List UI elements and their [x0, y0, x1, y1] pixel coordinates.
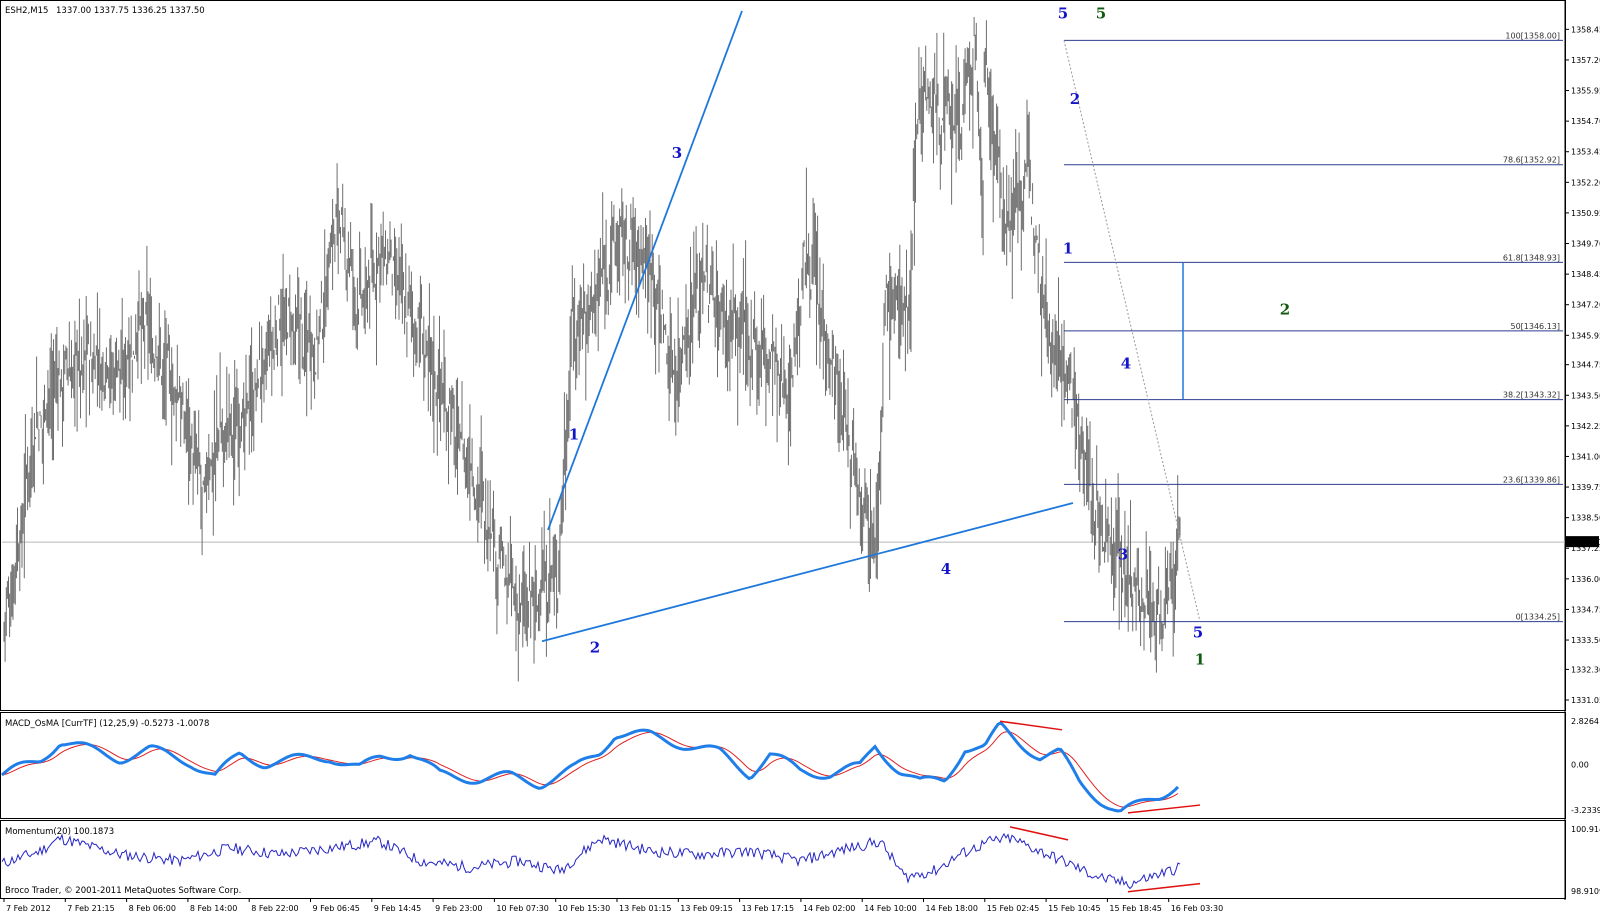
wave-label: 5: [1096, 4, 1106, 22]
time-tick-label: 14 Feb 02:00: [803, 904, 855, 913]
price-tick-label: 1333.50: [1571, 636, 1600, 645]
fib-level-label: 100[1358.00]: [1505, 31, 1560, 40]
time-tick-label: 14 Feb 18:00: [926, 904, 978, 913]
price-tick-label: 1343.50: [1571, 391, 1600, 400]
wave-label: 1: [1195, 651, 1205, 669]
macd-panel-frame: [0, 712, 1566, 819]
time-tick-label: 10 Feb 07:30: [496, 904, 548, 913]
price-tick-label: 1342.25: [1571, 422, 1600, 431]
symbol-header: ESH2,M15: [5, 6, 48, 16]
price-tick-label: 1353.45: [1571, 148, 1600, 157]
time-tick-label: 15 Feb 02:45: [987, 904, 1039, 913]
price-tick-label: 1357.20: [1571, 56, 1600, 65]
time-tick-label: 9 Feb 23:00: [435, 904, 482, 913]
time-tick-label: 13 Feb 09:15: [680, 904, 732, 913]
time-tick-label: 7 Feb 2012: [6, 904, 51, 913]
momentum-header: Momentum(20) 100.1873: [5, 827, 114, 837]
time-tick-label: 16 Feb 03:30: [1171, 904, 1223, 913]
price-tick-label: 1352.20: [1571, 178, 1600, 187]
fib-level-label: 0[1334.25]: [1516, 613, 1560, 622]
price-tick-label: 1338.50: [1571, 514, 1600, 523]
time-tick-label: 8 Feb 22:00: [251, 904, 298, 913]
time-tick-label: 9 Feb 14:45: [374, 904, 421, 913]
price-panel-frame: [0, 0, 1566, 711]
current-price-label: 1337.50: [1569, 538, 1600, 547]
price-tick-label: 1331.05: [1571, 696, 1600, 705]
price-tick-label: 1334.75: [1571, 605, 1600, 614]
wave-label: 1: [569, 425, 579, 443]
fib-level-label: 50[1346.13]: [1510, 322, 1560, 331]
time-tick-label: 8 Feb 06:00: [129, 904, 176, 913]
macd-tick-label: 2.8264: [1571, 717, 1599, 726]
fib-level-label: 78.6[1352.92]: [1503, 156, 1560, 165]
wave-label: 3: [1118, 545, 1128, 563]
wave-label: 3: [672, 144, 682, 162]
fib-level-label: 23.6[1339.86]: [1503, 475, 1560, 484]
wave-label: 2: [1280, 300, 1290, 318]
ohlc-header: 1337.00 1337.75 1336.25 1337.50: [56, 6, 205, 16]
chart-root: 100[1358.00]78.6[1352.92]61.8[1348.93]50…: [0, 0, 1600, 913]
time-tick-label: 8 Feb 14:00: [190, 904, 237, 913]
price-tick-label: 1358.45: [1571, 25, 1600, 34]
price-tick-label: 1350.95: [1571, 209, 1600, 218]
price-tick-label: 1341.00: [1571, 452, 1600, 461]
momentum-tick-label: 98.9109: [1571, 887, 1600, 896]
price-tick-label: 1332.30: [1571, 665, 1600, 674]
macd-header: MACD_OsMA [CurrTF] (12,25,9) -0.5273 -1.…: [5, 719, 209, 729]
price-tick-label: 1336.00: [1571, 575, 1600, 584]
price-tick-label: 1344.75: [1571, 361, 1600, 370]
price-tick-label: 1355.95: [1571, 87, 1600, 96]
wave-label: 5: [1058, 4, 1068, 22]
wave-label: 2: [590, 638, 600, 656]
macd-tick-label: 0.00: [1571, 760, 1589, 769]
wave-label: 5: [1193, 624, 1203, 642]
wave-label: 2: [1070, 90, 1080, 108]
time-tick-label: 10 Feb 15:30: [558, 904, 610, 913]
wave-label: 1: [1063, 239, 1073, 257]
time-tick-label: 13 Feb 01:15: [619, 904, 671, 913]
time-tick-label: 13 Feb 17:15: [742, 904, 794, 913]
macd-tick-label: -3.2339: [1571, 806, 1600, 815]
fib-level-label: 61.8[1348.93]: [1503, 253, 1560, 262]
price-tick-label: 1348.45: [1571, 270, 1600, 279]
copyright-text: Broco Trader, © 2001-2011 MetaQuotes Sof…: [5, 886, 241, 896]
time-tick-label: 15 Feb 18:45: [1109, 904, 1161, 913]
time-tick-label: 14 Feb 10:00: [864, 904, 916, 913]
fib-level-label: 38.2[1343.32]: [1503, 391, 1560, 400]
time-tick-label: 15 Feb 10:45: [1048, 904, 1100, 913]
time-tick-label: 7 Feb 21:15: [67, 904, 114, 913]
momentum-tick-label: 100.9149: [1571, 825, 1600, 834]
wave-label: 4: [941, 560, 951, 578]
price-tick-label: 1339.75: [1571, 483, 1600, 492]
wave-label: 4: [1121, 354, 1131, 372]
price-tick-label: 1345.95: [1571, 331, 1600, 340]
time-tick-label: 9 Feb 06:45: [313, 904, 360, 913]
price-tick-label: 1347.20: [1571, 301, 1600, 310]
price-tick-label: 1354.70: [1571, 117, 1600, 126]
price-tick-label: 1349.70: [1571, 240, 1600, 249]
